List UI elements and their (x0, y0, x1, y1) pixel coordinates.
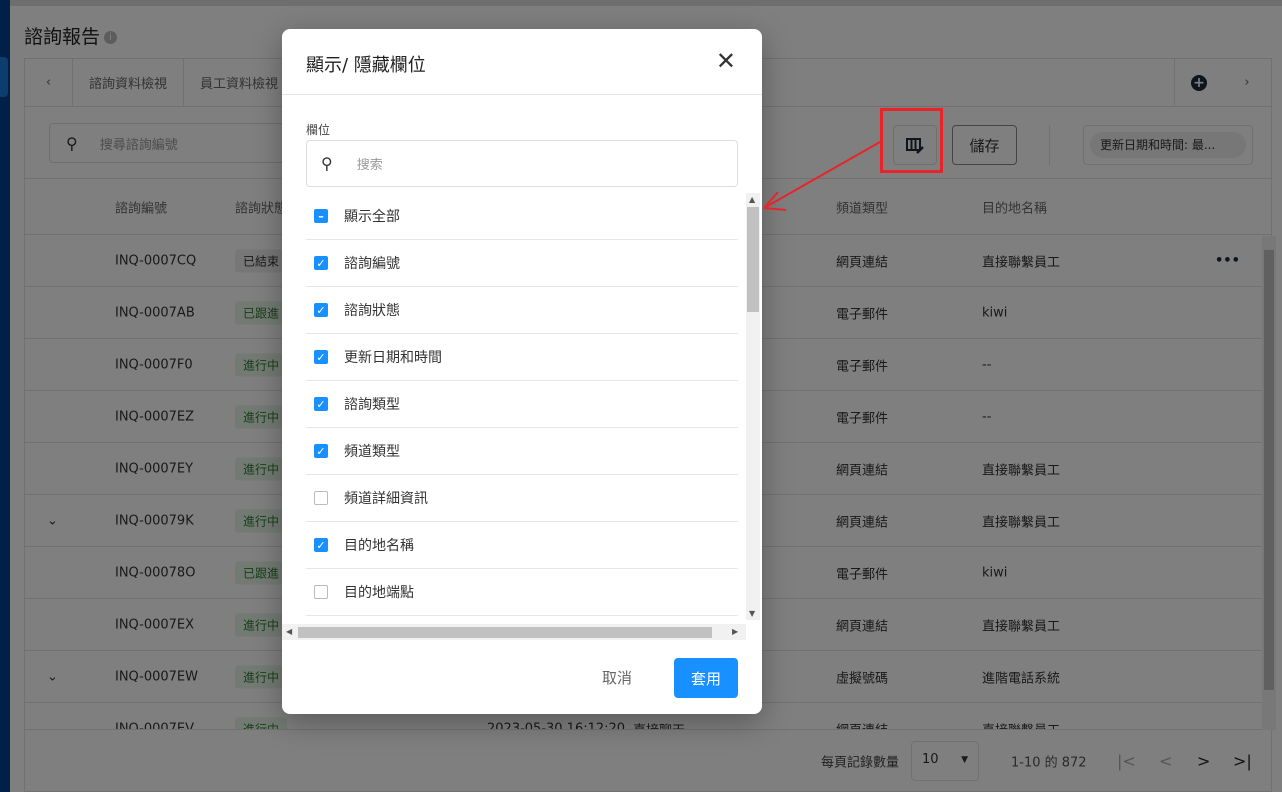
annotation-arrow (763, 141, 881, 211)
